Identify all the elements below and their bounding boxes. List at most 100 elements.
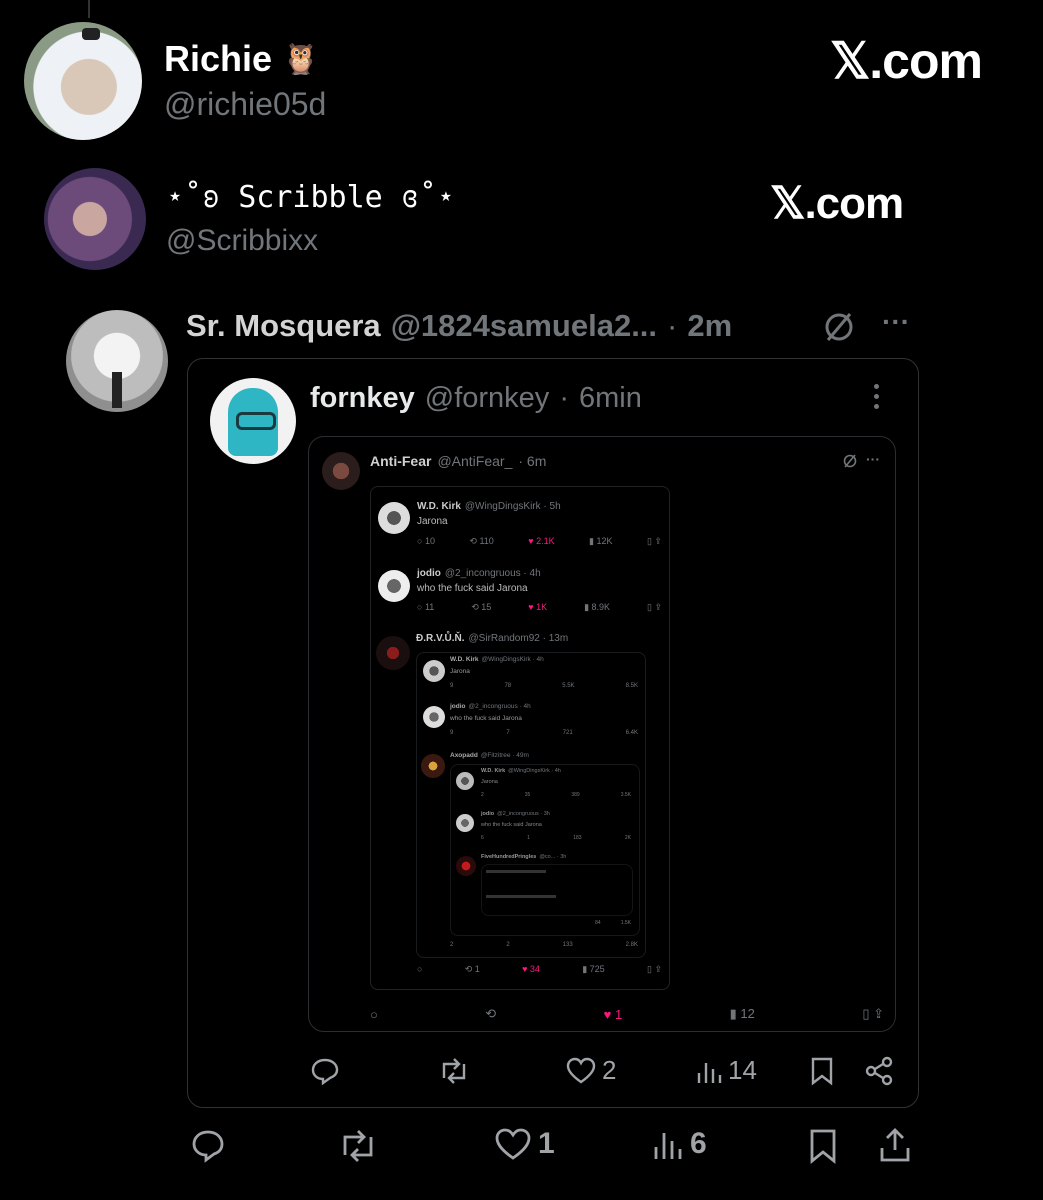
fornkey-bookmark-icon[interactable] [810, 1056, 834, 1086]
fornkey-views[interactable]: 14 [696, 1055, 757, 1086]
richie-handle[interactable]: @richie05d [164, 86, 326, 123]
scribble-handle[interactable]: @Scribbixx [166, 224, 318, 258]
antifear-more-icon[interactable]: ··· [866, 451, 880, 467]
jodio2-reposts[interactable]: 7 [506, 730, 509, 736]
fornkey-name[interactable]: fornkey [310, 382, 415, 415]
jodio2-replies[interactable]: 9 [450, 730, 453, 736]
jodio-repost[interactable]: ⟲ 15 [471, 602, 491, 613]
fornkey-vertical-more-icon[interactable] [874, 384, 880, 409]
kirk-handle[interactable]: @WingDingsKirk · 5h [465, 501, 561, 512]
pringles-likes[interactable]: 84 [595, 920, 601, 926]
jodio-reply[interactable]: ○ 11 [417, 602, 434, 613]
mosquera-more-icon[interactable]: ··· [882, 306, 910, 338]
jodio3-reposts[interactable]: 1 [527, 835, 530, 841]
mosquera-name[interactable]: Sr. Mosquera [186, 308, 381, 344]
kirk-views[interactable]: ▮ 12K [589, 536, 612, 547]
jodio2-likes[interactable]: 721 [563, 730, 573, 736]
pringles-name[interactable]: FiveHundredPringles [481, 854, 536, 860]
axopadd-replies[interactable]: 2 [450, 942, 453, 948]
axopadd-likes[interactable]: 133 [563, 942, 573, 948]
grok-icon[interactable] [822, 310, 856, 344]
kirk-like[interactable]: ♥ 2.1K [528, 536, 554, 547]
antifear-time[interactable]: · 6m [518, 453, 546, 469]
kirk3-views[interactable]: 3.5K [621, 792, 631, 798]
drvun-avatar[interactable] [376, 636, 410, 670]
fornkey-time[interactable]: 6min [579, 382, 642, 415]
pringles-handle[interactable]: @co... · 3h [539, 854, 566, 860]
richie-avatar[interactable] [24, 22, 142, 140]
jodio-bookmark[interactable]: ▯ ⇪ [647, 602, 662, 613]
kirk2-likes[interactable]: 5.5K [562, 683, 574, 689]
jodio3-replies[interactable]: 6 [481, 835, 484, 841]
antifear-avatar[interactable] [322, 452, 360, 490]
kirk2-views[interactable]: 8.5K [626, 683, 638, 689]
jodio-views[interactable]: ▮ 8.9K [584, 602, 610, 613]
antifear-repost-icon[interactable]: ⟲ [485, 1006, 496, 1022]
antifear-name[interactable]: Anti-Fear [370, 453, 431, 469]
scribble-avatar[interactable] [44, 168, 146, 270]
pringles-views[interactable]: 1.5K [621, 920, 631, 926]
antifear-reply-icon[interactable]: ○ [370, 1007, 378, 1022]
kirk3-handle[interactable]: @WingDingsKirk · 4h [508, 768, 561, 774]
axopadd-reposts[interactable]: 2 [506, 942, 509, 948]
drvun-reply[interactable]: ○ [417, 964, 422, 975]
antifear-handle[interactable]: @AntiFear_ [437, 453, 512, 469]
fornkey-like[interactable]: 2 [566, 1055, 616, 1086]
scribble-name[interactable]: ⋆˚ʚ Scribble ɞ˚⋆ [166, 180, 455, 215]
jodio2-handle[interactable]: @2_incongruous · 4h [469, 703, 531, 710]
fornkey-avatar[interactable] [210, 378, 296, 464]
drvun-bookmark[interactable]: ▯ ⇪ [647, 964, 662, 975]
kirk3-replies[interactable]: 2 [481, 792, 484, 798]
jodio-avatar[interactable] [378, 570, 410, 602]
drvun-repost[interactable]: ⟲ 1 [465, 964, 480, 975]
kirk-bookmark[interactable]: ▯ ⇪ [647, 536, 662, 547]
jodio3-likes[interactable]: 183 [573, 835, 581, 841]
jodio-name[interactable]: jodio [417, 568, 441, 579]
kirk2-name[interactable]: W.D. Kirk [450, 656, 479, 663]
kirk2-reposts[interactable]: 78 [504, 683, 511, 689]
antifear-views[interactable]: ▮ 12 [730, 1006, 755, 1022]
jodio-like[interactable]: ♥ 1K [528, 602, 547, 613]
kirk2-handle[interactable]: @WingDingsKirk · 4h [482, 656, 544, 663]
drvun-like[interactable]: ♥ 34 [522, 964, 540, 975]
share-icon[interactable] [878, 1126, 912, 1164]
antifear-grok-icon[interactable] [842, 453, 858, 469]
drvun-views[interactable]: ▮ 725 [582, 964, 604, 975]
jodio3-name[interactable]: jodio [481, 811, 494, 817]
mosquera-handle[interactable]: @1824samuela2... [391, 308, 657, 344]
fornkey-repost-icon[interactable] [438, 1056, 470, 1086]
axopadd-handle[interactable]: @Fitzitree · 49m [481, 752, 529, 759]
drvun-handle[interactable]: @SirRandom92 · 13m [469, 633, 569, 644]
kirk3-likes[interactable]: 389 [571, 792, 579, 798]
jodio2-name[interactable]: jodio [450, 703, 466, 710]
bookmark-icon[interactable] [808, 1128, 838, 1164]
kirk-avatar[interactable] [378, 502, 410, 534]
richie-name[interactable]: Richie [164, 38, 272, 80]
kirk3-avatar[interactable] [456, 772, 474, 790]
kirk-repost[interactable]: ⟲ 110 [469, 536, 493, 547]
antifear-like[interactable]: ♥ 1 [604, 1007, 623, 1022]
fornkey-share-icon[interactable] [864, 1056, 894, 1086]
axopadd-views[interactable]: 2.8K [626, 942, 638, 948]
mosquera-avatar[interactable] [66, 310, 168, 412]
jodio-handle[interactable]: @2_incongruous · 4h [445, 568, 541, 579]
like-button[interactable]: 1 [494, 1127, 555, 1161]
jodio3-views[interactable]: 2K [625, 835, 631, 841]
jodio2-views[interactable]: 6.4K [626, 730, 638, 736]
jodio3-handle[interactable]: @2_incongruous · 3h [497, 811, 550, 817]
kirk2-avatar[interactable] [423, 660, 445, 682]
repost-icon[interactable] [338, 1128, 378, 1164]
jodio3-avatar[interactable] [456, 814, 474, 832]
kirk-reply[interactable]: ○ 10 [417, 536, 435, 547]
axopadd-name[interactable]: Axopadd [450, 752, 478, 759]
axopadd-avatar[interactable] [421, 754, 445, 778]
fornkey-handle[interactable]: @fornkey [425, 382, 550, 415]
views-button[interactable]: 6 [652, 1127, 707, 1161]
fornkey-reply-icon[interactable] [310, 1056, 340, 1086]
mosquera-time[interactable]: 2m [687, 308, 732, 344]
reply-icon[interactable] [190, 1128, 226, 1164]
kirk3-reposts[interactable]: 35 [525, 792, 531, 798]
drvun-name[interactable]: Đ.R.V.Ů.Ň. [416, 633, 465, 644]
kirk3-name[interactable]: W.D. Kirk [481, 768, 505, 774]
jodio2-avatar[interactable] [423, 706, 445, 728]
